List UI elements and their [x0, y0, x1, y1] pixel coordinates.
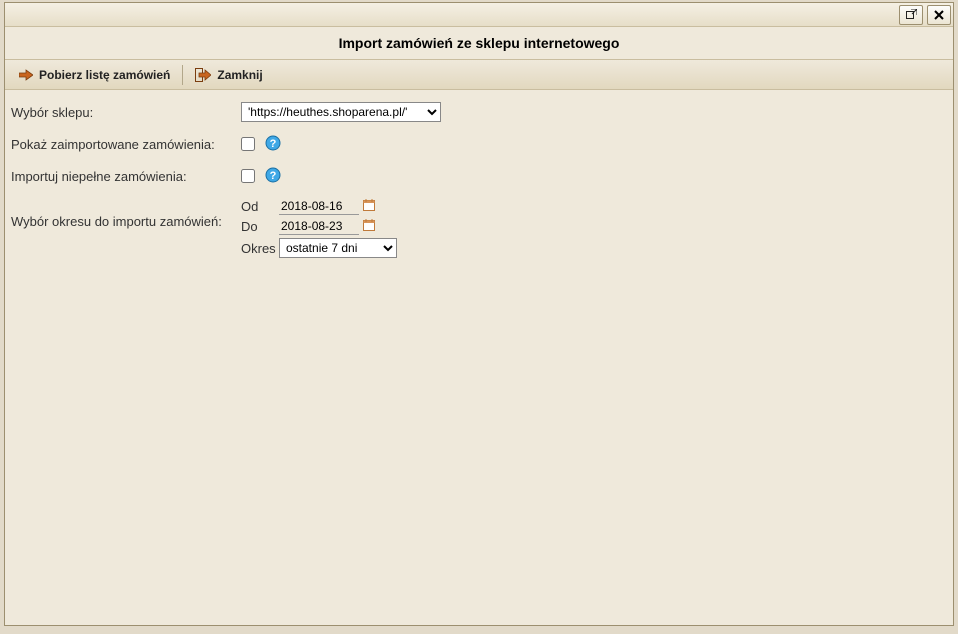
toolbar: Pobierz listę zamówień Zamknij	[5, 60, 953, 90]
popout-icon	[906, 9, 917, 20]
fetch-orders-button[interactable]: Pobierz listę zamówień	[11, 65, 178, 85]
import-incomplete-checkbox[interactable]	[241, 169, 255, 183]
date-grid: Od Do	[241, 198, 397, 258]
titlebar	[5, 3, 953, 27]
close-label: Zamknij	[217, 68, 262, 82]
period-range-label: Okres	[241, 241, 279, 256]
row-shop: Wybór sklepu: 'https://heuthes.shoparena…	[11, 98, 947, 126]
import-incomplete-label: Importuj niepełne zamówienia:	[11, 169, 241, 184]
popout-button[interactable]	[899, 5, 923, 25]
shop-label: Wybór sklepu:	[11, 105, 241, 120]
period-label: Wybór okresu do importu zamówień:	[11, 198, 241, 229]
form-area: Wybór sklepu: 'https://heuthes.shoparena…	[5, 90, 953, 625]
close-icon	[934, 10, 944, 20]
date-from-label: Od	[241, 199, 279, 214]
svg-text:?: ?	[270, 170, 277, 182]
help-icon[interactable]: ?	[265, 135, 281, 154]
exit-icon	[195, 68, 211, 82]
close-window-button[interactable]	[927, 5, 951, 25]
calendar-icon[interactable]	[363, 219, 375, 234]
date-from-input[interactable]	[279, 198, 359, 215]
window-title: Import zamówień ze sklepu internetowego	[5, 27, 953, 60]
row-show-imported: Pokaż zaimportowane zamówienia: ?	[11, 130, 947, 158]
import-dialog: Import zamówień ze sklepu internetowego …	[4, 2, 954, 626]
period-range-select[interactable]: ostatnie 7 dni	[279, 238, 397, 258]
show-imported-checkbox[interactable]	[241, 137, 255, 151]
row-import-incomplete: Importuj niepełne zamówienia: ?	[11, 162, 947, 190]
svg-text:?: ?	[270, 138, 277, 150]
calendar-icon[interactable]	[363, 199, 375, 214]
arrow-right-icon	[19, 68, 33, 82]
date-to-label: Do	[241, 219, 279, 234]
help-icon[interactable]: ?	[265, 167, 281, 186]
close-button[interactable]: Zamknij	[187, 65, 270, 85]
show-imported-label: Pokaż zaimportowane zamówienia:	[11, 137, 241, 152]
fetch-orders-label: Pobierz listę zamówień	[39, 68, 170, 82]
date-to-input[interactable]	[279, 218, 359, 235]
row-period: Wybór okresu do importu zamówień: Od Do	[11, 194, 947, 258]
toolbar-separator	[182, 65, 183, 85]
shop-select[interactable]: 'https://heuthes.shoparena.pl/'	[241, 102, 441, 122]
